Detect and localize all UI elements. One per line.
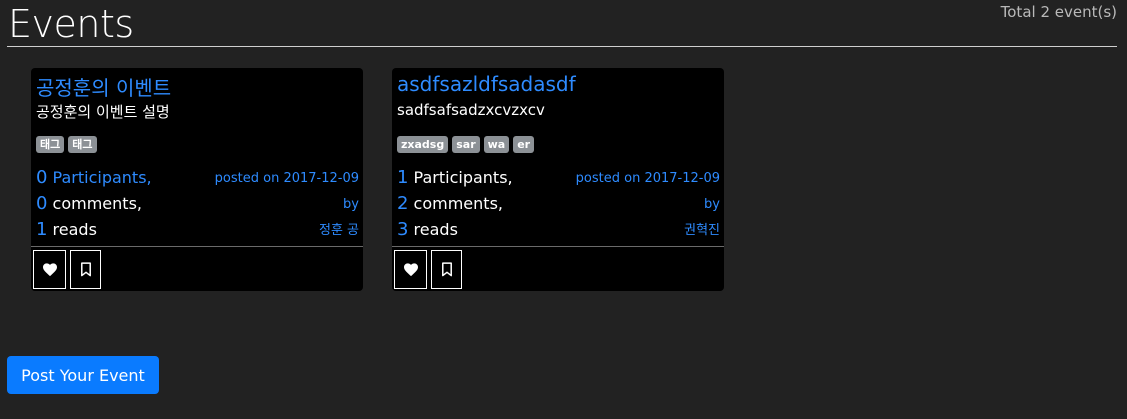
heart-icon xyxy=(403,263,418,277)
participants-label: Participants, xyxy=(413,168,513,187)
tag-list: 태그 태그 xyxy=(36,136,97,153)
reads-label: reads xyxy=(413,220,458,239)
event-description: 공정훈의 이벤트 설명 xyxy=(36,103,170,121)
page-title: Events xyxy=(8,2,134,46)
tag-badge: sar xyxy=(452,136,480,153)
posted-date: posted on 2017-12-09 xyxy=(214,171,359,186)
tag-badge: er xyxy=(513,136,535,153)
heart-icon xyxy=(42,263,57,277)
participants-stat: 0 Participants, xyxy=(36,165,152,191)
comments-label: comments, xyxy=(413,194,503,213)
event-stats: 1 Participants, 2 comments, 3 reads xyxy=(397,165,513,243)
post-event-button[interactable]: Post Your Event xyxy=(7,356,159,394)
comments-stat: 0 comments, xyxy=(36,191,152,217)
event-title-link[interactable]: asdfsazldfsadasdf xyxy=(397,72,576,96)
comments-count: 0 xyxy=(36,193,48,214)
event-description: sadfsafsadzxcvzxcv xyxy=(397,101,545,119)
bookmark-icon xyxy=(80,262,91,277)
reads-stat: 1 reads xyxy=(36,217,152,243)
bookmark-button[interactable] xyxy=(70,250,101,289)
participants-label: Participants, xyxy=(52,168,152,187)
event-card[interactable]: asdfsazldfsadasdf sadfsafsadzxcvzxcv zxa… xyxy=(392,68,724,291)
card-divider xyxy=(31,246,363,247)
tag-badge: zxadsg xyxy=(397,136,449,153)
author-link[interactable]: 정훈 공 xyxy=(215,218,359,244)
by-label: by xyxy=(343,197,359,212)
author-link[interactable]: 권혁진 xyxy=(576,218,720,244)
by-label: by xyxy=(704,197,720,212)
event-card[interactable]: 공정훈의 이벤트 공정훈의 이벤트 설명 태그 태그 0 Participant… xyxy=(31,68,363,291)
tag-badge: wa xyxy=(483,136,510,153)
bookmark-icon xyxy=(441,262,452,277)
reads-count: 3 xyxy=(397,219,409,240)
tag-badge: 태그 xyxy=(68,136,97,153)
event-stats: 0 Participants, 0 comments, 1 reads xyxy=(36,165,152,243)
comments-count: 2 xyxy=(397,193,409,214)
like-button[interactable] xyxy=(33,250,66,289)
card-divider xyxy=(392,246,724,247)
like-button[interactable] xyxy=(394,250,427,289)
tag-badge: 태그 xyxy=(36,136,65,153)
event-title-link[interactable]: 공정훈의 이벤트 xyxy=(36,72,171,101)
participants-count: 1 xyxy=(397,167,409,188)
reads-count: 1 xyxy=(36,219,48,240)
bookmark-button[interactable] xyxy=(431,250,462,289)
participants-count: 0 xyxy=(36,167,48,188)
total-events-count: Total 2 event(s) xyxy=(1000,3,1117,21)
reads-label: reads xyxy=(52,220,97,239)
header-divider xyxy=(7,46,1117,47)
reads-stat: 3 reads xyxy=(397,217,513,243)
comments-label: comments, xyxy=(52,194,142,213)
tag-list: zxadsg sar wa er xyxy=(397,136,535,153)
comments-stat: 2 comments, xyxy=(397,191,513,217)
posted-date: posted on 2017-12-09 xyxy=(575,171,720,186)
event-meta: posted on 2017-12-09 by 권혁진 xyxy=(576,166,720,244)
event-meta: posted on 2017-12-09 by 정훈 공 xyxy=(215,166,359,244)
participants-stat: 1 Participants, xyxy=(397,165,513,191)
